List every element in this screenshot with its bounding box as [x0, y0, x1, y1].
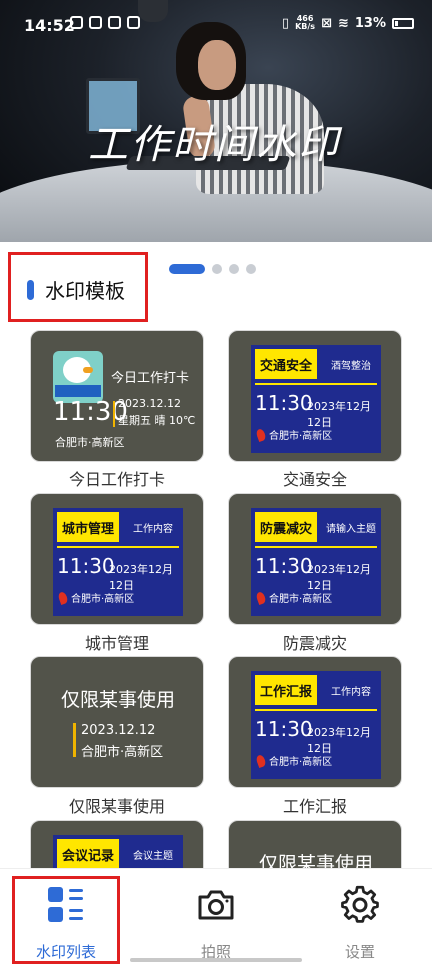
card-time: 11:30: [53, 397, 128, 427]
no-sim-icon: ⊠: [321, 15, 332, 31]
mascot-icon: [53, 351, 103, 403]
mascot-beak: [83, 367, 93, 373]
card-heading: 今日工作打卡: [111, 371, 190, 386]
card-tag: 交通安全: [255, 349, 317, 379]
app-screen: 14:52 ▯ 466 KB/s ⊠ ≋ 13% 工作时间水印 水印模板 今日工…: [0, 0, 432, 964]
net-speed: 466 KB/s: [295, 15, 315, 31]
nav-tab-camera[interactable]: 拍照: [161, 879, 271, 961]
card-date: 2023年12月12日: [109, 563, 173, 592]
section-title: 水印模板: [45, 279, 125, 303]
card-topic: 酒驾整治: [331, 360, 371, 372]
card-divider: [113, 401, 115, 427]
carousel-dot[interactable]: [229, 264, 239, 274]
card-date: 2023年12月12日: [307, 563, 371, 592]
template-label[interactable]: 工作汇报: [228, 793, 402, 817]
card-tag: 城市管理: [57, 512, 119, 542]
card-time: 11:30: [255, 554, 313, 578]
section-header-highlight: 水印模板: [8, 252, 148, 322]
card-heading: 仅限某事使用: [60, 689, 175, 711]
card-divider: [73, 723, 76, 757]
notification-icons: [70, 16, 140, 29]
message-notification-icon: [127, 16, 140, 29]
carousel-dot-active[interactable]: [169, 264, 205, 274]
nav-label: 设置: [344, 943, 375, 961]
template-label[interactable]: 交通安全: [228, 466, 402, 490]
card-location: 合肥市·高新区: [81, 745, 164, 760]
card-date: 2023年12月12日: [307, 400, 371, 429]
carousel-dot[interactable]: [212, 264, 222, 274]
battery-icon: [392, 17, 414, 29]
card-weather: 星期五 晴 10℃: [118, 414, 196, 427]
camera-icon: [198, 890, 234, 920]
location-pin-icon: [255, 753, 267, 769]
template-label[interactable]: 今日工作打卡: [30, 466, 204, 490]
home-indicator[interactable]: [130, 958, 302, 962]
card-topic: 工作内容: [133, 523, 173, 535]
battery-percent: 13%: [354, 15, 386, 31]
card-divider: [255, 546, 377, 548]
card-time: 11:30: [57, 554, 115, 578]
location-pin-icon: [57, 590, 69, 606]
template-card-disaster-prevention[interactable]: 防震减灾 请输入主题 11:30 2023年12月12日 合肥市·高新区: [228, 493, 402, 625]
card-divider: [57, 546, 179, 548]
template-label[interactable]: 仅限某事使用: [30, 793, 204, 817]
template-card-daily-checkin[interactable]: 今日工作打卡 11:30 2023.12.12 星期五 晴 10℃ 合肥市·高新…: [30, 330, 204, 462]
template-card-work-report[interactable]: 工作汇报 工作内容 11:30 2023年12月12日 合肥市·高新区: [228, 656, 402, 788]
app-notification-icon: [89, 16, 102, 29]
card-location: 合肥市·高新区: [71, 594, 135, 605]
nav-tab-settings[interactable]: 设置: [305, 879, 415, 961]
album-notification-icon: [108, 16, 121, 29]
card-date: 2023.12.12: [118, 397, 181, 410]
carousel-indicator: [169, 264, 256, 274]
card-location: 合肥市·高新区: [269, 594, 333, 605]
watermark-panel: 城市管理 工作内容 11:30 2023年12月12日 合肥市·高新区: [53, 508, 183, 616]
location-pin-icon: [255, 590, 267, 606]
template-card-limited-use[interactable]: 仅限某事使用 2023.12.12 合肥市·高新区: [30, 656, 204, 788]
card-topic: 工作内容: [331, 686, 371, 698]
mail-icon: [70, 16, 83, 29]
status-bar: 14:52 ▯ 466 KB/s ⊠ ≋ 13%: [0, 0, 432, 50]
wifi-icon: ≋: [337, 15, 349, 31]
section-accent-bar: [27, 280, 34, 300]
net-speed-unit: KB/s: [295, 22, 316, 31]
carousel-dot[interactable]: [246, 264, 256, 274]
banner-title: 工作时间水印: [88, 122, 340, 168]
template-label[interactable]: 防震减灾: [228, 630, 402, 654]
card-tag: 会议记录: [57, 839, 119, 869]
watermark-panel: 交通安全 酒驾整治 11:30 2023年12月12日 合肥市·高新区: [251, 345, 381, 453]
card-tag: 防震减灾: [255, 512, 317, 542]
card-location: 合肥市·高新区: [269, 431, 333, 442]
template-card-city-management[interactable]: 城市管理 工作内容 11:30 2023年12月12日 合肥市·高新区: [30, 493, 204, 625]
mascot-tag: [55, 385, 101, 397]
card-time: 11:30: [255, 391, 313, 415]
template-card-traffic-safety[interactable]: 交通安全 酒驾整治 11:30 2023年12月12日 合肥市·高新区: [228, 330, 402, 462]
watermark-panel: 防震减灾 请输入主题 11:30 2023年12月12日 合肥市·高新区: [251, 508, 381, 616]
card-topic: 会议主题: [133, 850, 173, 862]
status-right: ▯ 466 KB/s ⊠ ≋ 13%: [282, 15, 414, 31]
nav-highlight-box: [12, 876, 120, 964]
watermark-panel: 工作汇报 工作内容 11:30 2023年12月12日 合肥市·高新区: [251, 671, 381, 779]
card-divider: [255, 709, 377, 711]
card-date: 2023.12.12: [81, 723, 156, 738]
template-label[interactable]: 城市管理: [30, 630, 204, 654]
card-location: 合肥市·高新区: [269, 757, 333, 768]
card-location: 合肥市·高新区: [55, 436, 125, 449]
card-topic: 请输入主题: [326, 523, 376, 535]
location-pin-icon: [255, 427, 267, 443]
card-date: 2023年12月12日: [307, 726, 371, 755]
gear-icon: [341, 885, 379, 923]
status-time: 14:52: [24, 16, 75, 35]
card-divider: [255, 383, 377, 385]
card-tag: 工作汇报: [255, 675, 317, 705]
vibrate-icon: ▯: [281, 15, 290, 31]
banner[interactable]: 14:52 ▯ 466 KB/s ⊠ ≋ 13% 工作时间水印: [0, 0, 432, 242]
card-time: 11:30: [255, 717, 313, 741]
